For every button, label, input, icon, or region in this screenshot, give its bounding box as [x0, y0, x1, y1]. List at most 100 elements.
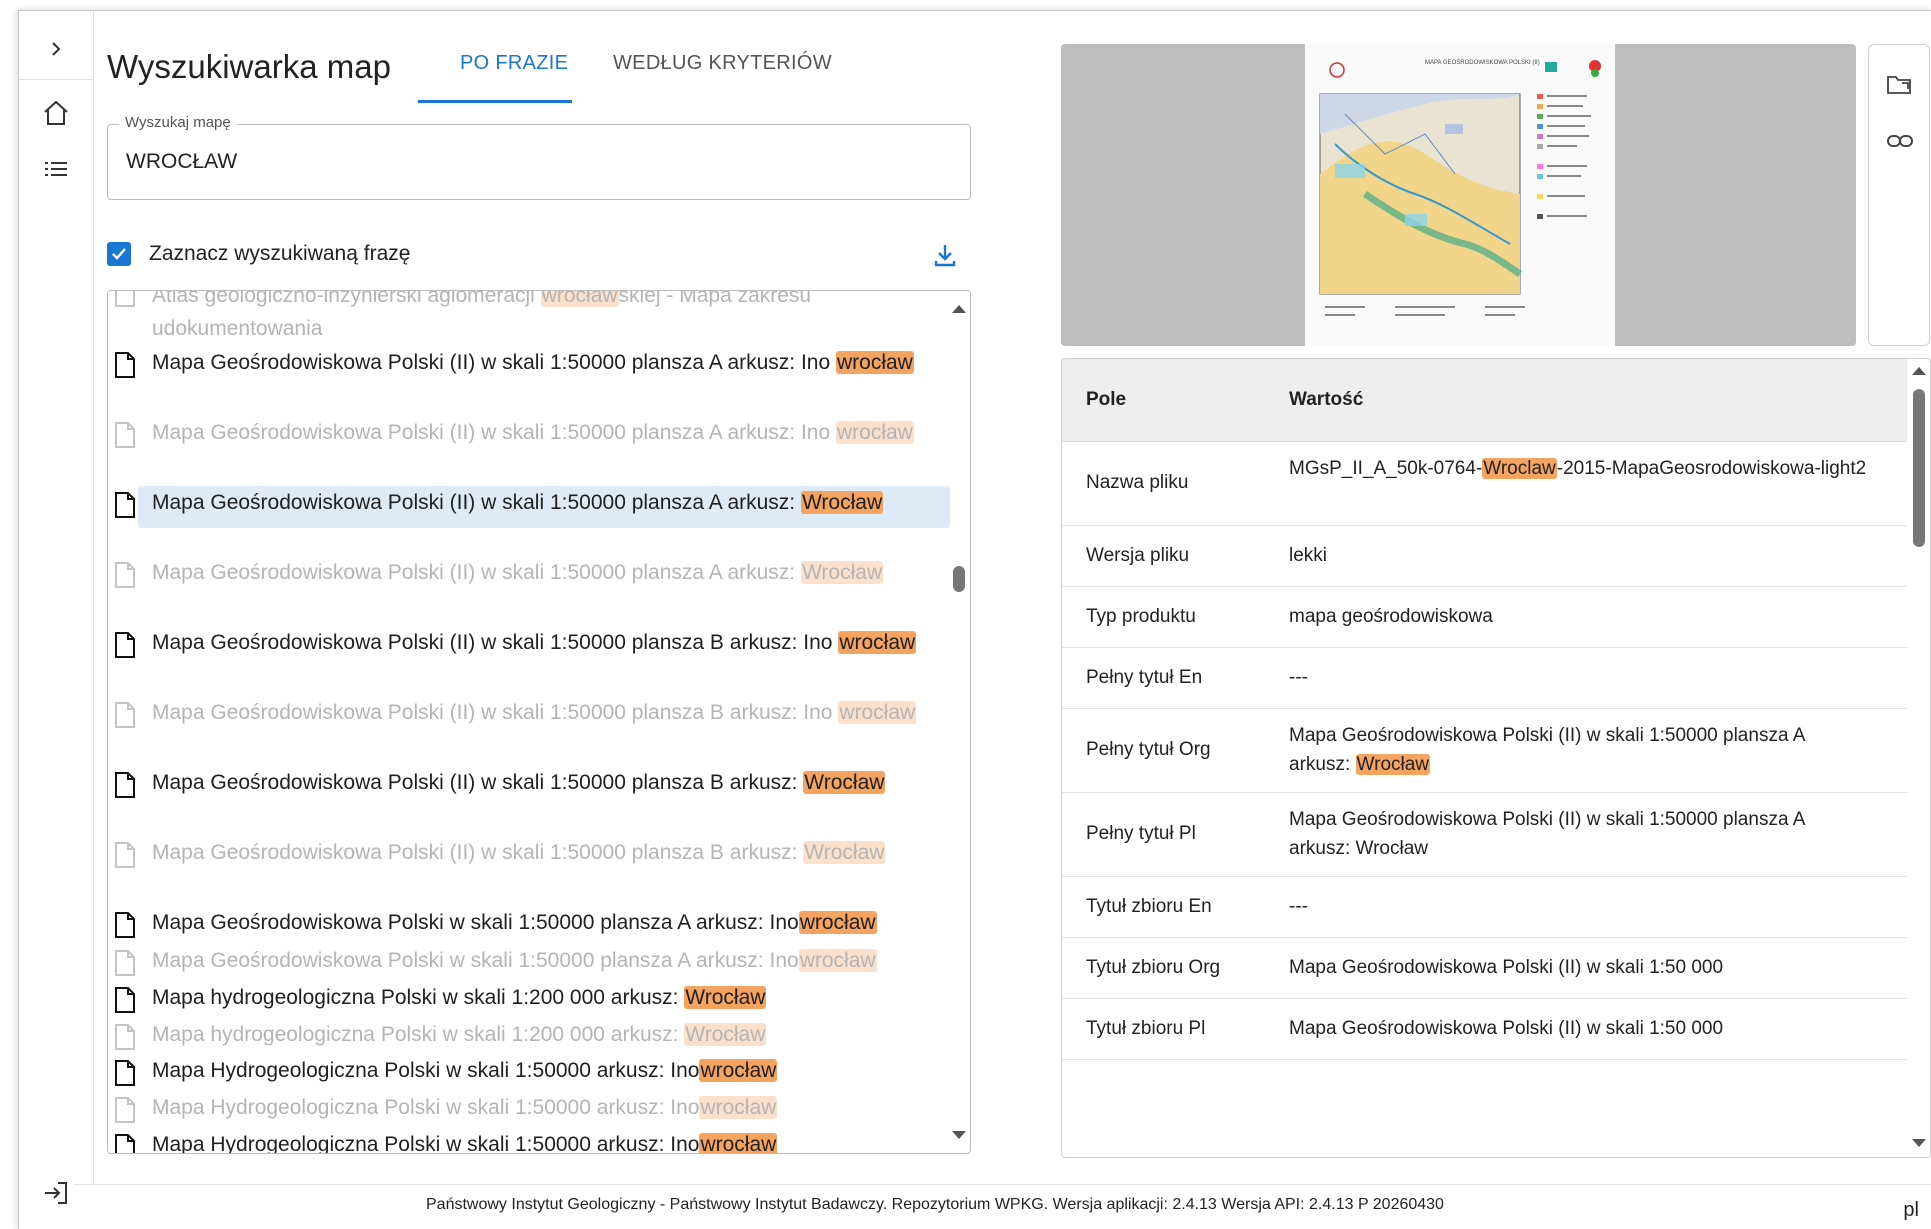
result-title: Mapa Geośrodowiskowa Polski (II) w skali… [152, 631, 839, 654]
result-title: Mapa Geośrodowiskowa Polski (II) w skali… [152, 841, 804, 864]
file-icon [115, 1024, 135, 1050]
details-scroll-down-arrow[interactable] [1912, 1139, 1926, 1147]
result-item[interactable]: Mapa Geośrodowiskowa Polski (II) w skali… [114, 416, 942, 458]
list-button[interactable] [34, 147, 78, 191]
result-match-highlight: wrocław [699, 1096, 778, 1119]
details-value-text: MGsP_II_A_50k-0764- [1289, 458, 1483, 479]
scroll-up-arrow[interactable] [952, 305, 966, 313]
map-thumbnail: MAPA GEOŚRODOWISKOWA POLSKI (II) [1305, 44, 1615, 346]
home-button[interactable] [34, 91, 78, 135]
result-item[interactable]: Mapa Geośrodowiskowa Polski w skali 1:50… [114, 944, 942, 986]
result-match-highlight: wrocław [836, 421, 914, 444]
file-icon [115, 912, 135, 938]
result-title: Mapa Geośrodowiskowa Polski w skali 1:50… [152, 911, 799, 934]
details-field-name: Tytuł zbioru En [1086, 895, 1212, 917]
details-row: Tytuł zbioru En --- [1062, 876, 1907, 938]
highlight-toggle[interactable]: Zaznacz wyszukiwaną frazę [107, 240, 410, 268]
result-title: Mapa Geośrodowiskowa Polski (II) w skali… [152, 701, 839, 724]
details-row: Tytuł zbioru Pl Mapa Geośrodowiskowa Pols… [1062, 998, 1907, 1060]
result-match-highlight: Wrocław [800, 561, 884, 584]
details-value-text: --- [1289, 666, 1308, 688]
copy-link-button[interactable] [1886, 127, 1914, 155]
result-item[interactable]: Mapa Geośrodowiskowa Polski (II) w skali… [114, 766, 942, 808]
file-icon [115, 842, 135, 868]
result-match-highlight: wrocław [798, 949, 877, 972]
details-scrollbar[interactable] [1906, 359, 1930, 1157]
result-title: Mapa Geośrodowiskowa Polski (II) w skali… [152, 561, 801, 584]
folder-open-icon [1887, 76, 1911, 94]
details-field-name: Pełny tytuł Org [1086, 739, 1211, 760]
download-icon [934, 245, 956, 267]
result-title: Mapa Hydrogeologiczna Polski w skali 1:5… [152, 1059, 700, 1082]
details-field-value: --- [1289, 663, 1869, 692]
result-item[interactable]: Mapa Geośrodowiskowa Polski (II) w skali… [114, 486, 950, 528]
result-title: Mapa hydrogeologiczna Polski w skali 1:2… [152, 986, 685, 1009]
results-scrollbar[interactable] [946, 291, 970, 1153]
preview-toolbar [1868, 44, 1930, 346]
result-item[interactable]: Mapa Hydrogeologiczna Polski w skali 1:5… [114, 1091, 942, 1133]
details-row: Pełny tytuł Pl Mapa Geośrodowiskowa Polsk… [1062, 792, 1907, 877]
details-row: Typ produktu mapa geośrodowiskowa [1062, 586, 1907, 648]
tab-po-frazie[interactable]: PO FRAZIE [460, 52, 568, 75]
results-scroll-thumb[interactable] [953, 566, 965, 592]
language-switch[interactable]: pl [1903, 1199, 1919, 1222]
details-row: Nazwa pliku MGsP_II_A_50k-0764-Wroclaw-20… [1062, 441, 1907, 526]
file-icon [115, 1097, 135, 1123]
open-folder-button[interactable] [1886, 71, 1914, 99]
result-match-highlight: wrocław [838, 631, 917, 654]
details-match-highlight: Wroclaw [1482, 458, 1557, 479]
result-match-highlight: wrocław [699, 1059, 778, 1082]
highlight-label: Zaznacz wyszukiwaną frazę [149, 242, 411, 265]
download-button[interactable] [930, 240, 960, 270]
result-item[interactable]: Mapa hydrogeologiczna Polski w skali 1:2… [114, 981, 942, 1023]
result-item[interactable]: Mapa Hydrogeologiczna Polski w skali 1:5… [114, 1128, 942, 1153]
file-icon [115, 772, 135, 798]
details-row: Tytuł zbioru Org Mapa Geośrodowiskowa Pol… [1062, 937, 1907, 999]
result-file-icon [114, 1128, 138, 1153]
result-title: Mapa Geośrodowiskowa Polski w skali 1:50… [152, 949, 799, 972]
result-item[interactable]: Mapa Geośrodowiskowa Polski (II) w skali… [114, 696, 942, 738]
logout-button[interactable] [34, 1171, 78, 1215]
file-icon [115, 632, 135, 658]
result-item[interactable]: Mapa Geośrodowiskowa Polski (II) w skali… [114, 836, 942, 878]
result-item[interactable]: Atlas geologiczno-inżynierski aglomeracj… [114, 290, 942, 345]
result-item[interactable]: Mapa Geośrodowiskowa Polski (II) w skali… [114, 626, 942, 668]
file-icon [115, 562, 135, 588]
chevron-right-icon [52, 42, 61, 56]
highlight-checkbox[interactable] [107, 242, 131, 266]
details-field-name: Wersja pliku [1086, 544, 1190, 566]
scroll-down-arrow[interactable] [952, 1131, 966, 1139]
details-scroll-thumb[interactable] [1913, 389, 1925, 547]
result-match-highlight: wrocław [836, 351, 914, 374]
rail-divider [19, 79, 93, 80]
nav-rail [19, 11, 94, 1195]
check-icon [112, 248, 126, 260]
search-input[interactable] [124, 146, 948, 178]
details-field-name: Tytuł zbioru Org [1086, 956, 1221, 978]
result-item[interactable]: Mapa Geośrodowiskowa Polski (II) w skali… [114, 346, 942, 388]
tab-wedlug-kryteriow[interactable]: WEDŁUG KRYTERIÓW [613, 52, 832, 75]
result-match-highlight: wrocław [838, 701, 917, 724]
expand-rail-button[interactable] [34, 27, 78, 71]
details-value-text: Mapa Geośrodowiskowa Polski (II) w skali… [1289, 1017, 1724, 1039]
result-title: Mapa Geośrodowiskowa Polski (II) w skali… [152, 771, 804, 794]
result-item[interactable]: Mapa Geośrodowiskowa Polski w skali 1:50… [114, 906, 942, 948]
details-value-text: lekki [1289, 544, 1328, 566]
result-item[interactable]: Mapa Geośrodowiskowa Polski (II) w skali… [114, 556, 942, 598]
footer: Państwowy Instytut Geologiczny - Państwo… [74, 1184, 1931, 1229]
page-title: Wyszukiwarka map [107, 48, 391, 85]
result-match-highlight: Wrocław [803, 771, 886, 794]
result-title: Atlas geologiczno-inżynierski aglomeracj… [152, 290, 541, 307]
file-icon [115, 987, 135, 1013]
map-preview[interactable]: MAPA GEOŚRODOWISKOWA POLSKI (II) [1061, 44, 1856, 346]
search-legend: Wyszukaj mapę [119, 114, 237, 131]
details-scroll-up-arrow[interactable] [1912, 367, 1926, 375]
result-match-highlight: wrocław [798, 911, 877, 934]
preview-map-title: MAPA GEOŚRODOWISKOWA POLSKI (II) [1425, 58, 1540, 66]
details-field-value: lekki [1289, 541, 1869, 570]
result-file-icon [114, 556, 138, 598]
result-item[interactable]: Mapa Hydrogeologiczna Polski w skali 1:5… [114, 1054, 942, 1096]
result-title: Mapa Geośrodowiskowa Polski (II) w skali… [152, 421, 836, 444]
result-file-icon [114, 836, 138, 878]
details-field-name: Pełny tytuł En [1086, 666, 1203, 688]
